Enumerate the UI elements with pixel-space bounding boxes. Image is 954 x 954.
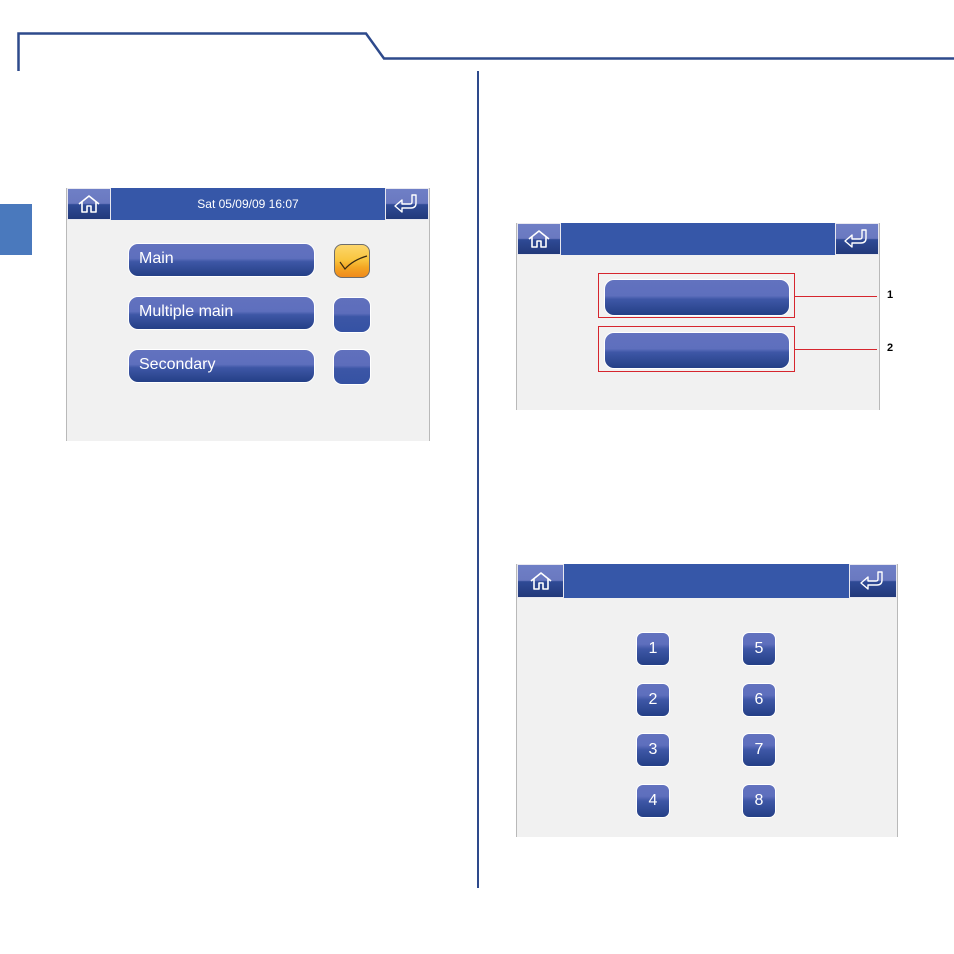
screen-unit-selection: Sat 05/09/09 16:07 Main Multiple main Se… xyxy=(66,188,430,441)
option-secondary-checkbox[interactable] xyxy=(334,350,370,384)
titlebar xyxy=(517,223,879,255)
option-secondary-button[interactable]: Secondary xyxy=(129,350,314,382)
return-arrow-icon xyxy=(860,571,883,590)
key-5[interactable]: 5 xyxy=(743,633,775,665)
screen-title xyxy=(563,564,851,596)
callout-box-2 xyxy=(598,326,795,372)
titlebar xyxy=(517,564,897,598)
key-1[interactable]: 1 xyxy=(637,633,669,665)
callout-leader-1 xyxy=(795,296,877,297)
home-icon xyxy=(528,230,550,248)
checkmark-icon xyxy=(339,255,368,270)
screen-keypad: 1 2 3 4 5 6 7 8 xyxy=(516,564,898,837)
option-label: Secondary xyxy=(139,356,216,373)
back-button[interactable] xyxy=(835,223,879,255)
key-7[interactable]: 7 xyxy=(743,734,775,766)
titlebar: Sat 05/09/09 16:07 xyxy=(67,188,429,220)
option-multiple-main-checkbox[interactable] xyxy=(334,298,370,332)
callout-number-2: 2 xyxy=(887,342,894,354)
home-button[interactable] xyxy=(517,564,564,598)
key-8[interactable]: 8 xyxy=(743,785,775,817)
key-3[interactable]: 3 xyxy=(637,734,669,766)
return-arrow-icon xyxy=(394,194,417,213)
screen-title xyxy=(563,223,833,255)
option-label: Multiple main xyxy=(139,303,234,320)
back-button[interactable] xyxy=(849,564,897,598)
column-divider xyxy=(477,71,479,888)
callout-box-1 xyxy=(598,273,795,318)
section-tab-marker xyxy=(0,204,32,255)
option-main-checkbox[interactable] xyxy=(334,244,370,278)
option-label: Main xyxy=(139,250,174,267)
home-button[interactable] xyxy=(67,188,111,220)
option-multiple-main-button[interactable]: Multiple main xyxy=(129,297,314,329)
home-button[interactable] xyxy=(517,223,561,255)
key-6[interactable]: 6 xyxy=(743,684,775,716)
return-arrow-icon xyxy=(844,229,867,248)
key-4[interactable]: 4 xyxy=(637,785,669,817)
datetime-title: Sat 05/09/09 16:07 xyxy=(197,197,299,211)
option-main-button[interactable]: Main xyxy=(129,244,314,276)
home-icon xyxy=(530,572,551,590)
callout-number-1: 1 xyxy=(887,289,894,301)
home-icon xyxy=(78,195,100,213)
back-button[interactable] xyxy=(385,188,429,220)
callout-leader-2 xyxy=(795,349,877,350)
key-2[interactable]: 2 xyxy=(637,684,669,716)
